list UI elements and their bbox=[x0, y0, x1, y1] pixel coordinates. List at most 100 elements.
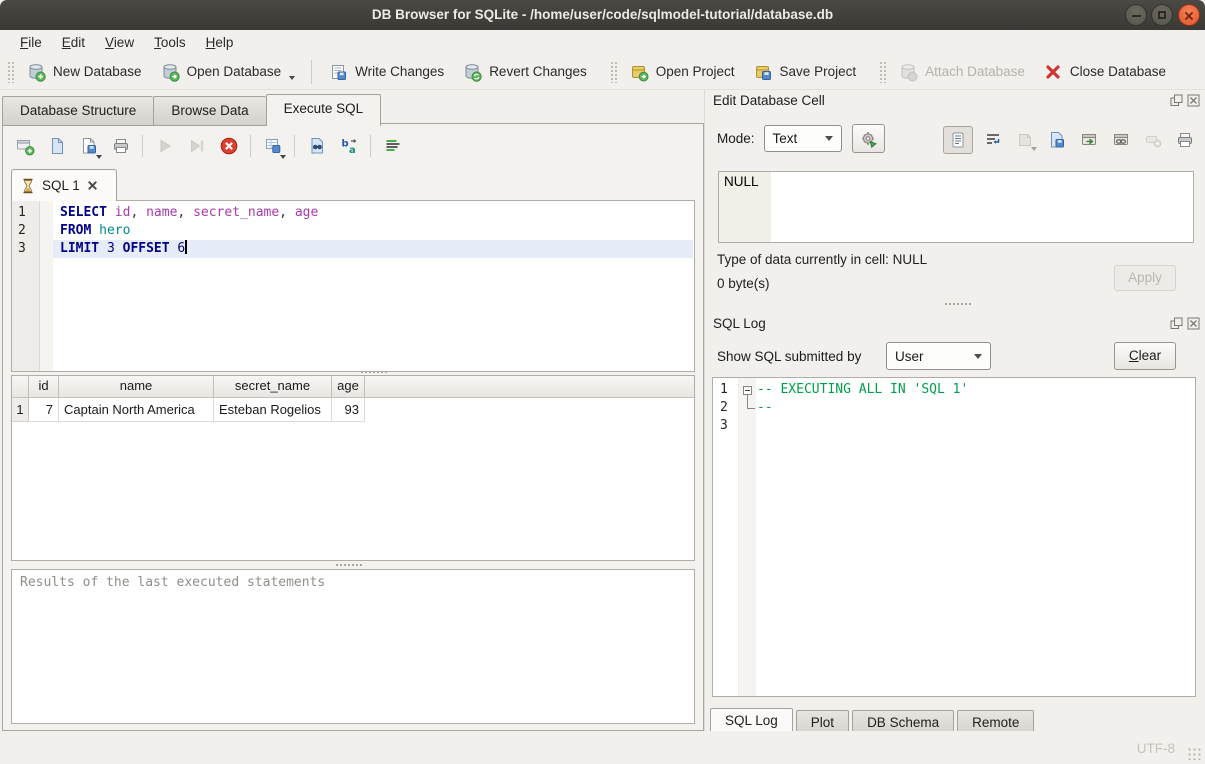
minimize-button[interactable] bbox=[1125, 4, 1147, 26]
print-cell-button[interactable] bbox=[1173, 128, 1197, 152]
log-filter-select[interactable]: User bbox=[886, 342, 991, 370]
column-header-id[interactable]: id bbox=[29, 376, 59, 397]
text-mode-button[interactable] bbox=[943, 126, 973, 154]
splitter-handle[interactable] bbox=[336, 564, 362, 566]
cell-age[interactable]: 93 bbox=[332, 398, 365, 422]
mode-select[interactable]: Text bbox=[764, 125, 842, 152]
splitter-handle[interactable] bbox=[361, 371, 387, 373]
cell-value: NULL bbox=[724, 174, 759, 189]
gear-icon bbox=[859, 129, 878, 148]
new-database-button[interactable]: New Database bbox=[17, 57, 151, 87]
save-sql-file-button[interactable] bbox=[75, 133, 102, 160]
tab-execute-sql[interactable]: Execute SQL bbox=[266, 94, 382, 126]
word-wrap-button[interactable] bbox=[981, 128, 1005, 152]
maximize-button[interactable] bbox=[1151, 4, 1173, 26]
format-sql-button[interactable] bbox=[379, 133, 406, 160]
toolbar-drag-handle[interactable] bbox=[7, 61, 14, 83]
open-project-button[interactable]: Open Project bbox=[620, 57, 744, 87]
cell-size-info: 0 byte(s) bbox=[717, 276, 770, 291]
cell-type-info: Type of data currently in cell: NULL bbox=[717, 252, 927, 267]
tab-database-structure[interactable]: Database Structure bbox=[2, 96, 153, 126]
project-open-icon bbox=[629, 62, 649, 82]
dock-controls bbox=[1170, 94, 1200, 107]
chevron-down-icon[interactable] bbox=[96, 155, 102, 159]
dock-splitter-handle[interactable] bbox=[945, 303, 971, 305]
float-dock-icon[interactable] bbox=[1170, 317, 1183, 330]
column-header-age[interactable]: age bbox=[332, 376, 365, 397]
results-message-placeholder: Results of the last executed statements bbox=[20, 575, 325, 590]
tab-browse-data[interactable]: Browse Data bbox=[153, 96, 265, 126]
menu-view[interactable]: View bbox=[95, 33, 144, 52]
titlebar[interactable]: DB Browser for SQLite - /home/user/code/… bbox=[0, 0, 1205, 30]
close-dock-icon[interactable] bbox=[1187, 94, 1200, 107]
sql-log-editor[interactable]: 1 2 3 -- EXECUTING ALL IN 'SQL 1' -- bbox=[712, 377, 1196, 697]
window-title: DB Browser for SQLite - /home/user/code/… bbox=[0, 0, 1205, 30]
database-new-icon bbox=[26, 62, 46, 82]
results-grid[interactable]: id name secret_name age 1 7 Captain Nort… bbox=[11, 375, 695, 561]
find-replace-button[interactable]: ba bbox=[335, 133, 362, 160]
sql-editor[interactable]: 1 2 3 SELECT id, name, secret_name, age … bbox=[11, 200, 695, 372]
menu-tools[interactable]: Tools bbox=[144, 33, 196, 52]
cell-name[interactable]: Captain North America bbox=[59, 398, 214, 422]
database-attach-icon bbox=[898, 62, 918, 82]
column-header-name[interactable]: name bbox=[59, 376, 214, 397]
encoding-indicator: UTF-8 bbox=[1137, 741, 1175, 756]
cell-id[interactable]: 7 bbox=[29, 398, 59, 422]
print-sql-button[interactable] bbox=[107, 133, 134, 160]
edit-cell-title: Edit Database Cell bbox=[713, 93, 825, 108]
clear-log-button[interactable]: Clear bbox=[1114, 342, 1176, 370]
svg-text:a: a bbox=[349, 145, 356, 156]
mode-label: Mode: bbox=[717, 131, 755, 146]
revert-changes-button[interactable]: Revert Changes bbox=[453, 57, 596, 87]
open-sql-file-button[interactable] bbox=[43, 133, 70, 160]
toolbar-button-label: Revert Changes bbox=[489, 64, 587, 79]
chevron-down-icon[interactable] bbox=[280, 155, 286, 159]
chevron-down-icon bbox=[1031, 147, 1037, 151]
log-line: -- EXECUTING ALL IN 'SQL 1' bbox=[757, 381, 1194, 399]
export-cell-data-button[interactable] bbox=[1077, 128, 1101, 152]
table-row[interactable]: 1 7 Captain North America Esteban Rogeli… bbox=[12, 398, 694, 422]
sql-editor-tab[interactable]: SQL 1 bbox=[11, 169, 117, 201]
grid-corner-cell[interactable] bbox=[12, 376, 29, 397]
resize-grip[interactable] bbox=[1187, 747, 1202, 760]
stop-execution-button[interactable] bbox=[215, 133, 242, 160]
write-changes-button[interactable]: Write Changes bbox=[319, 57, 453, 87]
close-button[interactable] bbox=[1178, 4, 1200, 26]
cell-editor[interactable]: NULL bbox=[718, 171, 1194, 243]
new-sql-tab-button[interactable] bbox=[11, 133, 38, 160]
log-code: -- EXECUTING ALL IN 'SQL 1' -- bbox=[757, 381, 1194, 417]
sql-toolbar: ba bbox=[11, 131, 406, 161]
import-cell-data-button[interactable] bbox=[1045, 128, 1069, 152]
menu-file[interactable]: File bbox=[10, 33, 52, 52]
toolbar-separator bbox=[294, 135, 295, 157]
menu-help[interactable]: Help bbox=[196, 33, 244, 52]
tab-close-icon[interactable] bbox=[87, 180, 98, 191]
fold-collapse-icon[interactable] bbox=[743, 386, 752, 395]
right-dock: Edit Database Cell Mode: Text bbox=[705, 90, 1205, 735]
column-header-secret-name[interactable]: secret_name bbox=[214, 376, 332, 397]
printer-icon bbox=[1175, 130, 1195, 150]
hourglass-icon bbox=[21, 178, 35, 194]
close-database-button[interactable]: Close Database bbox=[1034, 57, 1175, 87]
copy-link-button[interactable] bbox=[1109, 128, 1133, 152]
toolbar-button-label: Save Project bbox=[780, 64, 857, 79]
auto-apply-button[interactable] bbox=[852, 124, 885, 153]
import-icon bbox=[1047, 130, 1067, 150]
chevron-down-icon[interactable] bbox=[289, 76, 295, 80]
dock-controls bbox=[1170, 317, 1200, 330]
save-project-button[interactable]: Save Project bbox=[744, 57, 866, 87]
open-database-button[interactable]: Open Database bbox=[151, 57, 305, 87]
play-to-line-icon bbox=[187, 136, 207, 156]
toolbar-drag-handle[interactable] bbox=[879, 61, 886, 83]
results-message-box[interactable]: Results of the last executed statements bbox=[11, 569, 695, 724]
toolbar-button-label: Open Project bbox=[656, 64, 735, 79]
toolbar-drag-handle[interactable] bbox=[610, 61, 617, 83]
row-number[interactable]: 1 bbox=[12, 398, 29, 422]
close-dock-icon[interactable] bbox=[1187, 317, 1200, 330]
save-results-button[interactable] bbox=[259, 133, 286, 160]
main-tab-bar: Database Structure Browse Data Execute S… bbox=[2, 94, 381, 126]
find-button[interactable] bbox=[303, 133, 330, 160]
menu-edit[interactable]: Edit bbox=[52, 33, 95, 52]
float-dock-icon[interactable] bbox=[1170, 94, 1183, 107]
cell-secret-name[interactable]: Esteban Rogelios bbox=[214, 398, 332, 422]
